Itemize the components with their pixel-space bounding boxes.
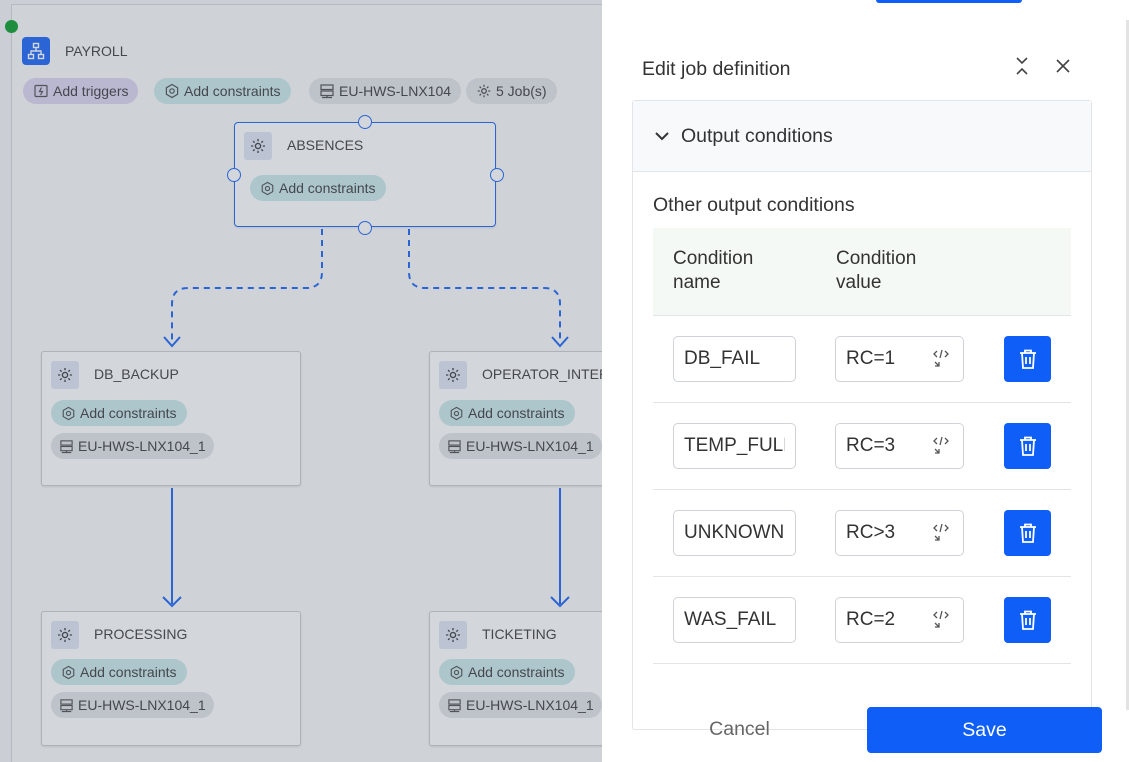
delete-condition-button[interactable] (1004, 423, 1051, 469)
output-conditions-header[interactable]: Output conditions (633, 101, 1091, 172)
condition-value-field[interactable] (835, 510, 964, 556)
table-row (653, 316, 1071, 403)
condition-value-input[interactable] (846, 609, 926, 631)
active-tab-indicator (876, 0, 1022, 3)
status-indicator (5, 20, 18, 33)
column-header-value: Condition value (836, 248, 917, 293)
condition-name-input[interactable] (673, 510, 796, 556)
section-title: Output conditions (681, 124, 833, 147)
condition-value-input[interactable] (846, 348, 926, 370)
condition-value-field[interactable] (835, 423, 964, 469)
table-row (653, 403, 1071, 490)
trash-icon (1019, 610, 1036, 630)
save-button[interactable]: Save (867, 707, 1102, 753)
variable-icon[interactable] (931, 522, 951, 544)
condition-value-input[interactable] (846, 435, 926, 457)
collapse-icon (1016, 57, 1028, 75)
edit-job-panel: Edit job definition Output conditions Ot… (602, 0, 1129, 762)
variable-icon[interactable] (931, 348, 951, 370)
condition-name-input[interactable] (673, 336, 796, 382)
collapse-button[interactable] (1009, 53, 1035, 79)
trash-icon (1019, 523, 1036, 543)
column-header-name: Condition name (673, 248, 754, 293)
cancel-button[interactable]: Cancel (672, 706, 807, 752)
variable-icon[interactable] (931, 435, 951, 457)
panel-title: Edit job definition (642, 58, 791, 80)
trash-icon (1019, 436, 1036, 456)
condition-value-input[interactable] (846, 522, 926, 544)
subsection-title: Other output conditions (653, 194, 855, 216)
delete-condition-button[interactable] (1004, 336, 1051, 382)
variable-icon[interactable] (931, 609, 951, 631)
condition-value-field[interactable] (835, 597, 964, 643)
condition-name-input[interactable] (673, 423, 796, 469)
close-button[interactable] (1050, 53, 1076, 79)
output-conditions-section: Output conditions Other output condition… (632, 100, 1092, 730)
trash-icon (1019, 349, 1036, 369)
conditions-table: Condition name Condition value (653, 228, 1071, 664)
workflow-canvas[interactable]: PAYROLL Add triggers Add constraints EU-… (0, 0, 602, 762)
canvas-overlay (0, 0, 602, 762)
table-row (653, 577, 1071, 664)
table-row (653, 490, 1071, 577)
condition-name-input[interactable] (673, 597, 796, 643)
close-icon (1056, 59, 1070, 73)
condition-value-field[interactable] (835, 336, 964, 382)
delete-condition-button[interactable] (1004, 597, 1051, 643)
delete-condition-button[interactable] (1004, 510, 1051, 556)
table-header: Condition name Condition value (653, 228, 1071, 316)
chevron-down-icon (655, 132, 669, 141)
